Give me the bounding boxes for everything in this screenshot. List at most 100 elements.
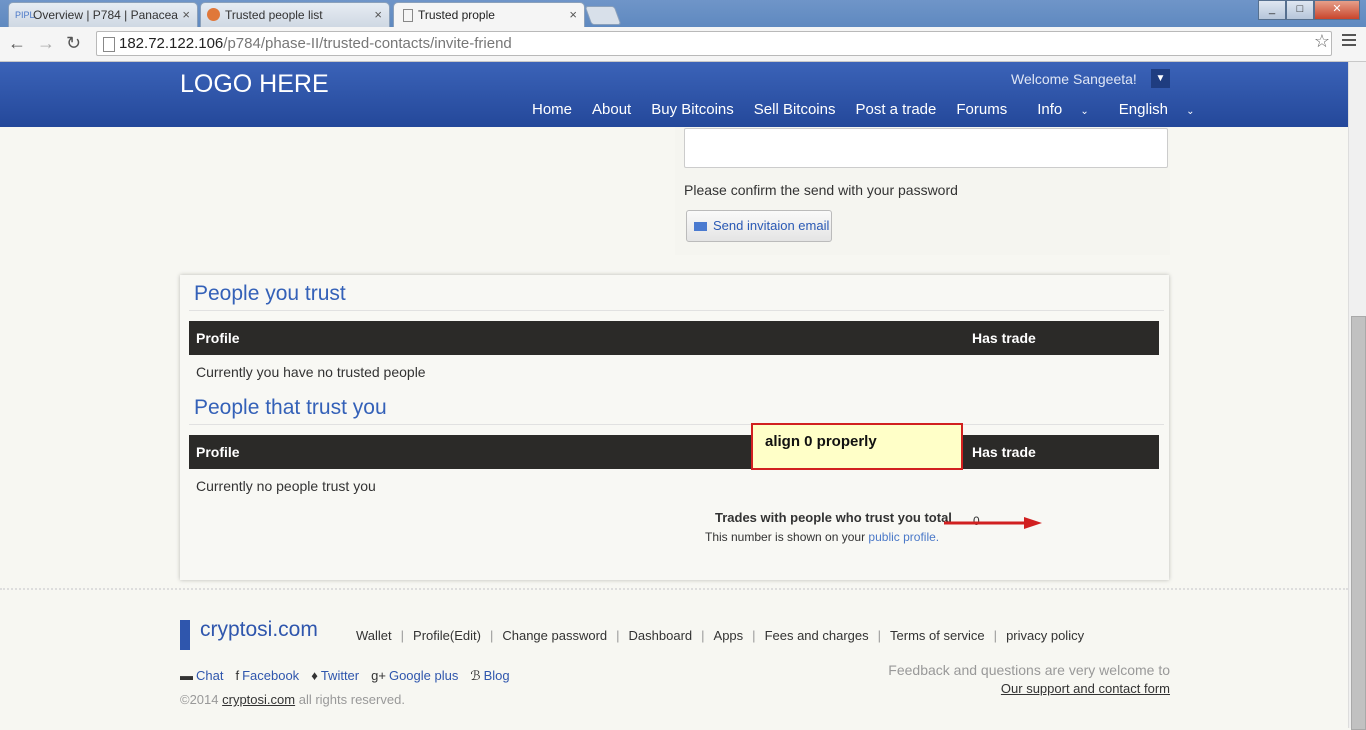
social-label: Twitter	[320, 668, 360, 683]
browser-menu-icon[interactable]	[1342, 34, 1356, 49]
user-menu-caret-icon[interactable]: ▼	[1151, 69, 1170, 88]
social-label: Chat	[196, 668, 224, 683]
public-profile-link[interactable]: public profile.	[868, 530, 939, 544]
review-annotation-note: align 0 properly	[751, 423, 963, 470]
footer-brand[interactable]: cryptosi.com	[200, 618, 318, 642]
browser-tab-trusted-prople[interactable]: Trusted prople ×	[393, 2, 585, 27]
document-favicon-icon	[403, 9, 413, 22]
footer-link-apps[interactable]: Apps	[714, 628, 744, 643]
tab-label: Trusted prople	[418, 8, 495, 22]
window-controls: _ □ ✕	[1258, 0, 1360, 20]
nav-about[interactable]: About	[592, 101, 631, 118]
send-invitation-button[interactable]: Send invitaion email	[686, 210, 832, 242]
footer-link-privacy[interactable]: privacy policy	[1006, 628, 1084, 643]
minimize-icon[interactable]: _	[1258, 0, 1286, 20]
col-profile: Profile	[196, 330, 240, 346]
url-path: /p784/phase-II/trusted-contacts/invite-f…	[223, 35, 512, 52]
google-plus-icon: g+	[371, 668, 386, 683]
separator: |	[752, 628, 756, 643]
orange-circle-favicon-icon	[207, 8, 220, 21]
nav-sell-bitcoins[interactable]: Sell Bitcoins	[754, 101, 836, 118]
browser-toolbar: ← → ↻ 182.72.122.106/p784/phase-II/trust…	[0, 27, 1366, 62]
copyright: ©2014 cryptosi.com all rights reserved.	[180, 692, 405, 707]
note-text: This number is shown on your	[705, 530, 866, 544]
annotation-arrow-icon	[944, 517, 1042, 529]
page-icon	[103, 37, 115, 52]
nav-info-label: Info	[1037, 101, 1063, 118]
browser-tab-overview[interactable]: PIPL Overview | P784 | Panacea ×	[8, 2, 198, 27]
tab-label: Overview | P784 | Panacea	[33, 8, 178, 22]
envelope-icon	[694, 222, 707, 231]
browser-tab-trusted-list[interactable]: Trusted people list ×	[200, 2, 390, 27]
section-title-people-that-trust-you: People that trust you	[194, 396, 387, 419]
footer-links: Wallet | Profile(Edit) | Change password | …	[356, 628, 1084, 643]
social-facebook[interactable]: f Facebook	[235, 668, 299, 684]
nav-info[interactable]: Info ⌄	[1027, 101, 1089, 118]
footer-link-dashboard[interactable]: Dashboard	[629, 628, 693, 643]
nav-buy-bitcoins[interactable]: Buy Bitcoins	[651, 101, 734, 118]
copyright-link[interactable]: cryptosi.com	[222, 692, 295, 707]
divider	[189, 424, 1164, 425]
back-arrow-icon[interactable]: ←	[8, 33, 26, 54]
totals-note: This number is shown on your public prof…	[705, 530, 939, 544]
blog-icon: ℬ	[470, 668, 481, 683]
col-has-trade: Has trade	[972, 330, 1036, 346]
chevron-down-icon: ⌄	[1080, 106, 1089, 117]
social-google-plus[interactable]: g+ Google plus	[371, 668, 458, 684]
social-label: Google plus	[388, 668, 459, 683]
maximize-icon[interactable]: □	[1286, 0, 1314, 20]
close-window-icon[interactable]: ✕	[1314, 0, 1360, 20]
new-tab-button[interactable]	[584, 6, 622, 25]
separator: |	[616, 628, 620, 643]
bookmark-star-icon[interactable]: ☆	[1314, 31, 1330, 52]
social-label: Facebook	[242, 668, 300, 683]
table-header: Profile Has trade	[189, 321, 1159, 355]
separator: |	[489, 628, 494, 643]
nav-forums[interactable]: Forums	[956, 101, 1007, 118]
site-logo[interactable]: LOGO HERE	[180, 70, 329, 99]
welcome-text: Welcome Sangeeta!	[1011, 71, 1137, 87]
address-bar[interactable]: 182.72.122.106/p784/phase-II/trusted-con…	[96, 31, 1332, 56]
nav-post-trade[interactable]: Post a trade	[855, 101, 936, 118]
footer-link-change-password[interactable]: Change password	[502, 628, 607, 643]
page-scrollbar[interactable]	[1348, 62, 1366, 730]
empty-message: Currently you have no trusted people	[196, 364, 426, 380]
scrollbar-thumb[interactable]	[1351, 316, 1366, 730]
copyright-prefix: ©2014	[180, 692, 219, 707]
section-title-people-you-trust: People you trust	[194, 282, 346, 305]
pipl-favicon-icon: PIPL	[15, 10, 35, 20]
social-twitter[interactable]: ♦ Twitter	[311, 668, 359, 684]
close-icon[interactable]: ×	[182, 3, 190, 27]
separator: |	[993, 628, 998, 643]
twitter-icon: ♦	[311, 668, 318, 683]
main-nav: Home About Buy Bitcoins Sell Bitcoins Po…	[522, 101, 1205, 118]
footer-link-profile-edit[interactable]: Profile(Edit)	[413, 628, 481, 643]
footer-link-wallet[interactable]: Wallet	[356, 628, 392, 643]
social-chat[interactable]: ▬ Chat	[180, 668, 223, 684]
support-contact-link[interactable]: Our support and contact form	[1001, 681, 1170, 696]
footer-link-fees[interactable]: Fees and charges	[765, 628, 869, 643]
password-input[interactable]	[684, 128, 1168, 168]
empty-message: Currently no people trust you	[196, 478, 376, 494]
browser-tab-bar: PIPL Overview | P784 | Panacea × Trusted…	[0, 0, 1366, 27]
chat-icon: ▬	[180, 668, 193, 683]
separator: |	[400, 628, 405, 643]
col-has-trade: Has trade	[972, 444, 1036, 460]
feedback-text: Feedback and questions are very welcome …	[888, 662, 1170, 678]
brand-bar	[180, 620, 190, 650]
footer-link-terms[interactable]: Terms of service	[890, 628, 985, 643]
facebook-icon: f	[235, 668, 240, 683]
social-label: Blog	[483, 668, 510, 683]
divider	[189, 310, 1164, 311]
close-icon[interactable]: ×	[374, 3, 382, 27]
chevron-down-icon: ⌄	[1186, 106, 1195, 117]
nav-language[interactable]: English ⌄	[1109, 101, 1195, 118]
social-blog[interactable]: ℬ Blog	[470, 668, 509, 684]
close-icon[interactable]: ×	[569, 3, 577, 27]
separator: |	[701, 628, 705, 643]
forward-arrow-icon[interactable]: →	[37, 33, 55, 54]
tab-label: Trusted people list	[225, 8, 323, 22]
nav-home[interactable]: Home	[532, 101, 572, 118]
col-profile: Profile	[196, 444, 240, 460]
reload-icon[interactable]: ↻	[66, 33, 81, 54]
